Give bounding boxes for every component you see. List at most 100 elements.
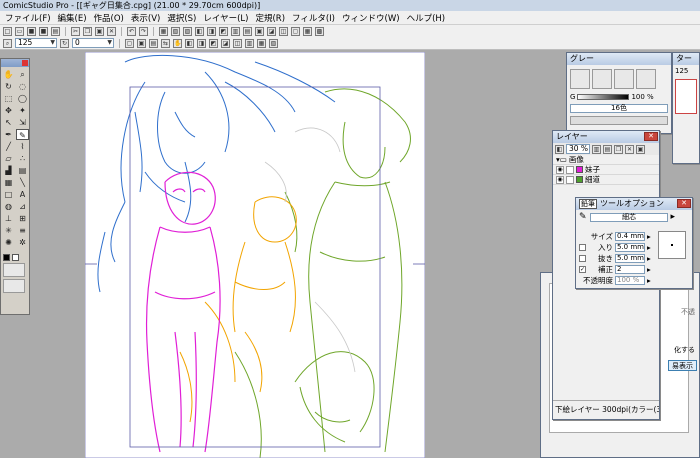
layer-row[interactable]: ◉ 妹子 xyxy=(553,165,659,175)
menu-ruler[interactable]: 定規(R) xyxy=(254,12,286,24)
gray-swatch[interactable] xyxy=(592,69,612,89)
balloon-tool-icon[interactable]: ◍ xyxy=(2,201,15,212)
menu-arrow-icon[interactable]: ▸ xyxy=(647,265,651,274)
text-tool-icon[interactable]: A xyxy=(16,189,29,200)
menu-filter[interactable]: フィルタ(I) xyxy=(291,12,336,24)
pencil-tool-icon[interactable]: ✎ xyxy=(16,129,29,140)
ruler-tool-icon[interactable]: ⊥ xyxy=(2,213,15,224)
eye-icon[interactable]: ◉ xyxy=(556,175,564,184)
rect-tool-icon[interactable]: □ xyxy=(2,189,15,200)
view-option-icon[interactable]: ◩ xyxy=(209,38,218,48)
opacity-field[interactable]: 100 % xyxy=(615,276,645,285)
view-option-icon[interactable]: ▧ xyxy=(269,38,278,48)
layer-mode-icon[interactable]: ◧ xyxy=(555,144,564,154)
ellipse-select-icon[interactable]: ◯ xyxy=(16,93,29,104)
gray-slider[interactable] xyxy=(577,94,630,100)
layer-property-icon[interactable]: ▣ xyxy=(636,144,645,154)
focus-line-icon[interactable]: ✺ xyxy=(2,237,15,248)
menu-arrow-icon[interactable]: ▸ xyxy=(647,232,651,241)
redo-icon[interactable]: ↷ xyxy=(139,26,148,36)
entry-checkbox[interactable] xyxy=(579,244,586,251)
menu-select[interactable]: 選択(S) xyxy=(166,12,197,24)
line-tool-icon[interactable]: ╲ xyxy=(16,177,29,188)
menu-work[interactable]: 作品(O) xyxy=(93,12,125,24)
view-option-icon[interactable]: ▦ xyxy=(257,38,266,48)
layer-folder-row[interactable]: ▾▭ 画像 xyxy=(553,155,659,165)
delete-layer-icon[interactable]: ✕ xyxy=(625,144,634,154)
rotate-tool-icon[interactable]: ↻ xyxy=(2,81,15,92)
transform-icon[interactable]: ◧ xyxy=(195,26,204,36)
rotate-icon[interactable]: ◩ xyxy=(219,26,228,36)
save-icon[interactable]: ■ xyxy=(27,26,36,36)
eraser-tool-icon[interactable]: ▱ xyxy=(2,153,15,164)
object-select-icon[interactable]: ↖ xyxy=(2,117,15,128)
sub-color-swatch[interactable] xyxy=(12,254,19,261)
brush-tool-icon[interactable]: ⌇ xyxy=(16,141,29,152)
layer-merge-icon[interactable]: ◫ xyxy=(279,26,288,36)
close-icon[interactable] xyxy=(22,60,28,66)
menu-arrow-icon[interactable]: ▸ xyxy=(647,254,651,263)
view-option-icon[interactable]: ◫ xyxy=(233,38,242,48)
fit-window-icon[interactable]: ▢ xyxy=(125,38,134,48)
paste-icon[interactable]: ▣ xyxy=(95,26,104,36)
view-option-icon[interactable]: ▥ xyxy=(245,38,254,48)
menu-arrow-icon[interactable]: ▸ xyxy=(647,243,651,252)
exit-checkbox[interactable] xyxy=(579,255,586,262)
scale-icon[interactable]: ◨ xyxy=(207,26,216,36)
print-icon[interactable]: ▤ xyxy=(51,26,60,36)
view-option-icon[interactable]: ◨ xyxy=(197,38,206,48)
gray-palette[interactable] xyxy=(570,116,668,125)
menu-window[interactable]: ウィンドウ(W) xyxy=(341,12,401,24)
deselect-icon[interactable]: ▧ xyxy=(171,26,180,36)
menu-edit[interactable]: 編集(E) xyxy=(57,12,88,24)
duplicate-layer-icon[interactable]: ❐ xyxy=(614,144,623,154)
speed-line-icon[interactable]: ≡ xyxy=(16,225,29,236)
fill-tool-icon[interactable]: ▟ xyxy=(2,165,15,176)
ruler-icon[interactable]: ▢ xyxy=(291,26,300,36)
zoom-tool-icon[interactable]: ⌕ xyxy=(16,69,29,80)
copy-icon[interactable]: ❐ xyxy=(83,26,92,36)
select-all-icon[interactable]: ▦ xyxy=(159,26,168,36)
exit-field[interactable]: 5.0 mm xyxy=(615,254,645,263)
grid-icon[interactable]: ▦ xyxy=(303,26,312,36)
canvas-page[interactable] xyxy=(84,51,426,458)
undo-icon[interactable]: ↶ xyxy=(127,26,136,36)
flip-icon[interactable]: ⇆ xyxy=(161,38,170,48)
gray-swatch[interactable] xyxy=(614,69,634,89)
rect-select-icon[interactable]: ⬚ xyxy=(2,93,15,104)
move-tool-icon[interactable]: ✥ xyxy=(2,105,15,116)
hand-icon[interactable]: ✋ xyxy=(173,38,182,48)
menu-layer[interactable]: レイヤー(L) xyxy=(202,12,249,24)
simple-display-button[interactable]: 易表示 xyxy=(668,360,697,371)
frame-tool-icon[interactable]: ⊞ xyxy=(16,213,29,224)
layer-new-icon[interactable]: ▥ xyxy=(231,26,240,36)
layer-row[interactable]: ◉ 細道 xyxy=(553,175,659,185)
airbrush-tool-icon[interactable]: ∴ xyxy=(16,153,29,164)
layer-delete-icon[interactable]: ▣ xyxy=(255,26,264,36)
effect-tool-icon[interactable]: ✳ xyxy=(2,225,15,236)
gray-colors-select[interactable]: 16色 xyxy=(570,104,668,113)
actual-size-icon[interactable]: ▣ xyxy=(137,38,146,48)
eyedropper-tool-icon[interactable]: ⊿ xyxy=(16,201,29,212)
correction-checkbox[interactable]: ✓ xyxy=(579,266,586,273)
zoom-select[interactable]: 125 ▼ xyxy=(15,38,57,48)
lasso-tool-icon[interactable]: ◌ xyxy=(16,81,29,92)
view-option-icon[interactable]: ◧ xyxy=(185,38,194,48)
hand-tool-icon[interactable]: ✋ xyxy=(2,69,15,80)
gradient-tool-icon[interactable]: ▤ xyxy=(16,165,29,176)
view-option-icon[interactable]: ◪ xyxy=(221,38,230,48)
angle-select[interactable]: 0 ▼ xyxy=(72,38,114,48)
menu-help[interactable]: ヘルプ(H) xyxy=(406,12,447,24)
main-color-swatch[interactable] xyxy=(3,254,10,261)
size-field[interactable]: 0.4 mm xyxy=(615,232,645,241)
layer-copy-icon[interactable]: ▤ xyxy=(243,26,252,36)
gray-swatch[interactable] xyxy=(636,69,656,89)
save-all-icon[interactable]: ■ xyxy=(39,26,48,36)
brush-name[interactable]: 細芯 xyxy=(589,212,668,222)
eye-icon[interactable]: ◉ xyxy=(556,165,564,174)
close-icon[interactable]: ✕ xyxy=(644,132,658,141)
layer-property-icon[interactable]: ◪ xyxy=(267,26,276,36)
menu-arrow-icon[interactable]: ▸ xyxy=(647,276,651,285)
pen-tool-icon[interactable]: ✒ xyxy=(2,129,15,140)
correction-field[interactable]: 2 xyxy=(615,265,645,274)
